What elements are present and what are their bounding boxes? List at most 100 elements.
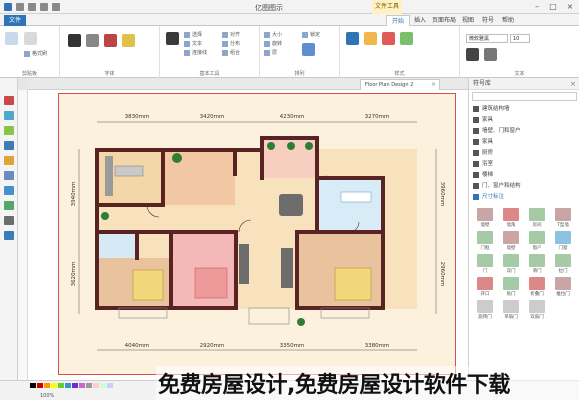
arrange-icon[interactable]	[302, 43, 315, 56]
cut-icon[interactable]	[24, 32, 37, 45]
shape-item[interactable]: 拉门	[551, 254, 575, 274]
color-swatch[interactable]	[65, 383, 71, 388]
category-item[interactable]: 家具	[473, 116, 493, 125]
minimize-icon[interactable]: –	[530, 2, 544, 12]
category-item[interactable]: 墙壁、门和窗户	[473, 127, 521, 136]
paste-icon[interactable]	[5, 32, 18, 45]
shape-item[interactable]: 门	[473, 254, 497, 274]
shape-item[interactable]: 滑门	[525, 254, 549, 274]
category-item[interactable]: 家具	[473, 138, 493, 147]
category-item[interactable]: 门、窗户和结构	[473, 182, 521, 191]
color-swatch[interactable]	[86, 383, 92, 388]
bullet-icon[interactable]	[484, 48, 497, 61]
symbol-search-input[interactable]	[472, 92, 577, 101]
tab-view[interactable]: 视图	[458, 15, 478, 26]
color-swatch[interactable]	[37, 383, 43, 388]
close-icon[interactable]: ×	[563, 2, 577, 12]
shape-item[interactable]: 门窗	[551, 231, 575, 251]
select-button[interactable]: 选择	[184, 31, 202, 38]
lock-button[interactable]: 锁定	[302, 31, 320, 38]
align-button[interactable]: 对齐	[222, 31, 240, 38]
document-tab[interactable]: Floor Plan Design 2 ×	[360, 79, 440, 90]
category-item[interactable]: 建筑结构墙	[473, 105, 510, 114]
find-icon[interactable]	[4, 216, 14, 225]
group-button[interactable]: 组合	[222, 49, 240, 56]
image-icon[interactable]	[4, 126, 14, 135]
data-icon[interactable]	[4, 171, 14, 180]
shape-item[interactable]: 双门	[499, 254, 523, 274]
font-color-icon[interactable]	[104, 34, 117, 47]
theme-icon[interactable]	[400, 32, 413, 45]
color-swatch[interactable]	[79, 383, 85, 388]
shadow-icon[interactable]	[382, 32, 395, 45]
attribute-icon[interactable]	[4, 156, 14, 165]
shape-item[interactable]: 房间	[525, 208, 549, 228]
distribute-button[interactable]: 分布	[222, 40, 240, 47]
italic-icon[interactable]	[86, 34, 99, 47]
color-swatch[interactable]	[51, 383, 57, 388]
color-swatch[interactable]	[93, 383, 99, 388]
zoom-level[interactable]: 100%	[40, 393, 54, 399]
maximize-icon[interactable]: □	[546, 2, 560, 12]
format-painter-button[interactable]: 格式刷	[24, 50, 47, 57]
category-item[interactable]: 厨房	[473, 149, 493, 158]
color-swatch[interactable]	[72, 383, 78, 388]
color-swatch[interactable]	[30, 383, 36, 388]
connector-button[interactable]: 连接线	[184, 49, 207, 56]
color-swatch[interactable]	[44, 383, 50, 388]
line-icon[interactable]	[364, 32, 377, 45]
size-button[interactable]: 大小	[264, 31, 282, 38]
tab-help[interactable]: 帮助	[498, 15, 518, 26]
shape-item[interactable]: 门框	[473, 231, 497, 251]
highlight-icon[interactable]	[122, 34, 135, 47]
group-label-text: 文本	[514, 71, 525, 77]
comment-icon[interactable]	[4, 231, 14, 240]
shape-item[interactable]: 窗户	[525, 231, 549, 251]
shape-item[interactable]: 折叠门	[525, 277, 549, 297]
layer-icon[interactable]	[4, 141, 14, 150]
bold-icon[interactable]	[68, 34, 81, 47]
shape-item[interactable]: 双扇门	[525, 300, 549, 320]
shape-item[interactable]: 推拉门	[551, 277, 575, 297]
rotate-button[interactable]: 旋转	[264, 40, 282, 47]
tab-symbols[interactable]: 符号	[478, 15, 498, 26]
shape-item[interactable]: 墙角	[499, 208, 523, 228]
style-icon[interactable]	[4, 111, 14, 120]
shape-item[interactable]: 角门	[499, 277, 523, 297]
redo-icon[interactable]	[40, 3, 48, 11]
panel-title: 符号库	[473, 80, 492, 87]
dim-label-top-3: 4230mm	[280, 114, 305, 120]
text-button[interactable]: 文本	[184, 40, 202, 47]
tab-file[interactable]: 文件	[4, 15, 26, 26]
shape-item[interactable]: 墙壁	[499, 231, 523, 251]
tab-close-icon[interactable]: ×	[431, 80, 436, 90]
tab-page-layout[interactable]: 页面布局	[430, 15, 458, 26]
shape-item[interactable]: 开口	[473, 277, 497, 297]
color-swatch[interactable]	[107, 383, 113, 388]
fill-icon[interactable]	[346, 32, 359, 45]
shape-item[interactable]: 旋转门	[473, 300, 497, 320]
panel-close-icon[interactable]: ×	[570, 78, 576, 90]
navigate-icon[interactable]	[4, 186, 14, 195]
color-swatch[interactable]	[100, 383, 106, 388]
drawing-canvas[interactable]: 3830mm 3420mm 4230mm 3270mm 4040mm 2920m…	[28, 90, 468, 380]
font-name-select[interactable]: 微软雅黑	[466, 34, 508, 43]
shape-item[interactable]: 单扇门	[499, 300, 523, 320]
category-item-active[interactable]: 尺寸标注	[473, 193, 504, 202]
tab-home[interactable]: 开始	[386, 15, 410, 26]
color-swatch[interactable]	[58, 383, 64, 388]
shape-item[interactable]: 墙壁	[473, 208, 497, 228]
history-icon[interactable]	[4, 201, 14, 210]
shape-item[interactable]: T型墙	[551, 208, 575, 228]
text-align-icon[interactable]	[466, 48, 479, 61]
print-icon[interactable]	[52, 3, 60, 11]
pointer-icon[interactable]	[166, 32, 179, 45]
tab-insert[interactable]: 插入	[410, 15, 430, 26]
undo-icon[interactable]	[28, 3, 36, 11]
category-item[interactable]: 楼梯	[473, 171, 493, 180]
page-icon[interactable]	[4, 96, 14, 105]
category-item[interactable]: 浴室	[473, 160, 493, 169]
font-size-select[interactable]: 10	[510, 34, 530, 43]
save-icon[interactable]	[16, 3, 24, 11]
layer-button[interactable]: 层	[264, 49, 277, 56]
